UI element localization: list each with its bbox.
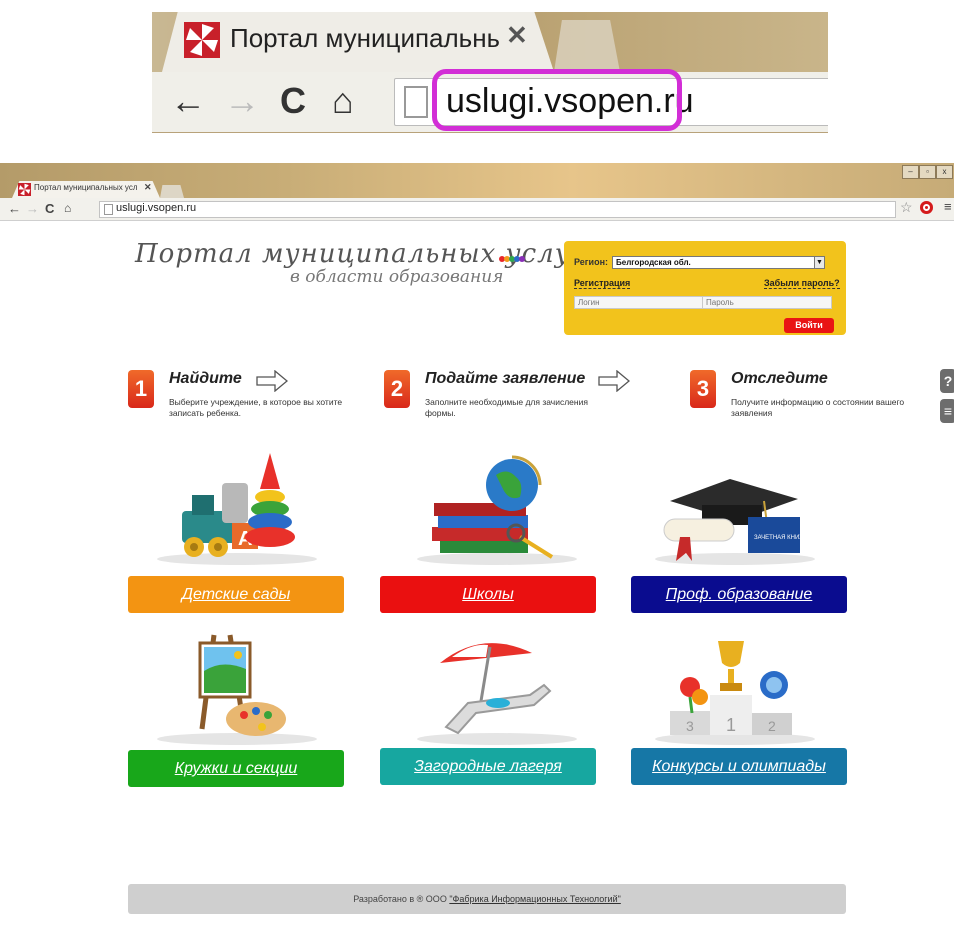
step-number: 2 bbox=[384, 370, 410, 408]
step-description: Получите информацию о состоянии вашего з… bbox=[731, 397, 905, 418]
arrow-right-icon bbox=[256, 370, 288, 392]
menu-icon[interactable]: ≡ bbox=[944, 199, 952, 214]
url-text[interactable]: uslugi.vsopen.ru bbox=[116, 202, 196, 214]
footer: Разработано в ® ООО "Фабрика Информацион… bbox=[128, 884, 846, 914]
help-icon[interactable]: ? bbox=[940, 369, 954, 393]
page-icon bbox=[104, 204, 113, 215]
url-highlight-frame bbox=[432, 69, 682, 131]
zoom-page-icon bbox=[404, 86, 428, 118]
password-input[interactable] bbox=[702, 296, 832, 309]
new-tab-button[interactable] bbox=[160, 185, 184, 198]
bookmark-star-icon[interactable]: ☆ bbox=[900, 199, 913, 216]
step-description: Выберите учреждение, в которое вы хотите… bbox=[169, 397, 343, 418]
category-button-professional[interactable]: Проф. образование bbox=[631, 576, 847, 613]
category-label: Детские сады bbox=[181, 586, 291, 603]
register-link[interactable]: Регистрация bbox=[574, 278, 631, 289]
step-description: Заполните необходимые для зачисления фор… bbox=[425, 397, 588, 418]
svg-text:ЗАЧЕТНАЯ КНИЖКА: ЗАЧЕТНАЯ КНИЖКА bbox=[754, 535, 812, 541]
zoom-forward-icon[interactable]: → bbox=[224, 80, 260, 122]
zoom-tab-title: Портал муниципальных усл bbox=[230, 23, 500, 53]
chevron-down-icon[interactable]: ▼ bbox=[814, 257, 824, 268]
region-value: Белгородская обл. bbox=[616, 258, 691, 267]
tab-close-icon[interactable]: ✕ bbox=[144, 182, 152, 193]
login-panel: Регион: Белгородская обл. ▼ Регистрация … bbox=[564, 241, 846, 335]
portal-favicon-icon bbox=[184, 22, 220, 58]
category-label: Школы bbox=[462, 586, 514, 603]
browser-tab-title: Портал муниципальных усл bbox=[34, 183, 138, 192]
category-button-camps[interactable]: Загородные лагеря bbox=[380, 748, 596, 785]
zoomed-browser-crop: Портал муниципальных усл ✕ ← → C ⌂ uslug… bbox=[152, 12, 828, 133]
browser-window: Портал муниципальных усл ✕ – ▫ x ← → C ⌂… bbox=[0, 163, 954, 925]
login-button[interactable]: Войти bbox=[784, 318, 834, 333]
portal-favicon-icon bbox=[18, 183, 31, 196]
svg-text:3: 3 bbox=[686, 718, 694, 734]
beach-chair-icon[interactable] bbox=[412, 633, 582, 753]
trophy-podium-icon[interactable]: 3 1 2 bbox=[650, 633, 820, 753]
category-label: Конкурсы и олимпиады bbox=[652, 758, 826, 775]
step-number: 3 bbox=[690, 370, 716, 408]
category-button-kindergartens[interactable]: Детские сады bbox=[128, 576, 344, 613]
logo-subtitle: в области образования bbox=[290, 267, 504, 287]
zoom-tab-close-icon[interactable]: ✕ bbox=[506, 20, 528, 51]
home-icon[interactable]: ⌂ bbox=[64, 201, 71, 215]
close-window-button[interactable]: x bbox=[936, 165, 953, 179]
svg-text:1: 1 bbox=[726, 715, 736, 735]
category-button-schools[interactable]: Школы bbox=[380, 576, 596, 613]
category-button-clubs[interactable]: Кружки и секции bbox=[128, 750, 344, 787]
footer-text: Разработано в ® ООО bbox=[353, 894, 450, 904]
arrow-right-icon bbox=[598, 370, 630, 392]
zoom-home-icon[interactable]: ⌂ bbox=[332, 80, 354, 122]
step-title: Подайте заявление bbox=[425, 370, 586, 387]
back-icon[interactable]: ← bbox=[8, 201, 21, 216]
reload-icon[interactable]: C bbox=[45, 201, 54, 216]
opera-icon[interactable] bbox=[920, 201, 933, 214]
region-select[interactable]: Белгородская обл. ▼ bbox=[612, 256, 825, 269]
zoom-back-icon[interactable]: ← bbox=[170, 80, 206, 122]
books-globe-icon[interactable] bbox=[412, 453, 582, 573]
list-icon[interactable]: ≡ bbox=[940, 399, 954, 423]
zoom-reload-icon[interactable]: C bbox=[280, 80, 306, 122]
easel-palette-icon[interactable] bbox=[152, 633, 322, 753]
logo-dots bbox=[499, 249, 525, 267]
minimize-button[interactable]: – bbox=[902, 165, 919, 179]
category-button-contests[interactable]: Конкурсы и олимпиады bbox=[631, 748, 847, 785]
step-title: Найдите bbox=[169, 370, 242, 387]
category-label: Загородные лагеря bbox=[414, 758, 562, 775]
category-label: Кружки и секции bbox=[174, 760, 298, 777]
step-title: Отследите bbox=[731, 370, 828, 387]
login-input[interactable] bbox=[574, 296, 704, 309]
region-label: Регион: bbox=[574, 257, 608, 267]
address-bar[interactable] bbox=[99, 201, 896, 218]
forgot-password-link[interactable]: Забыли пароль? bbox=[764, 278, 840, 289]
graduation-cap-icon[interactable]: ЗАЧЕТНАЯ КНИЖКА bbox=[650, 453, 820, 573]
svg-text:2: 2 bbox=[768, 718, 776, 734]
category-label: Проф. образование bbox=[665, 586, 813, 603]
toys-icon[interactable]: A bbox=[152, 453, 322, 573]
footer-company-link[interactable]: "Фабрика Информационных Технологий" bbox=[449, 894, 620, 904]
maximize-button[interactable]: ▫ bbox=[919, 165, 936, 179]
forward-icon[interactable]: → bbox=[26, 201, 39, 216]
step-number: 1 bbox=[128, 370, 154, 408]
zoom-new-tab-button[interactable] bbox=[554, 20, 620, 72]
